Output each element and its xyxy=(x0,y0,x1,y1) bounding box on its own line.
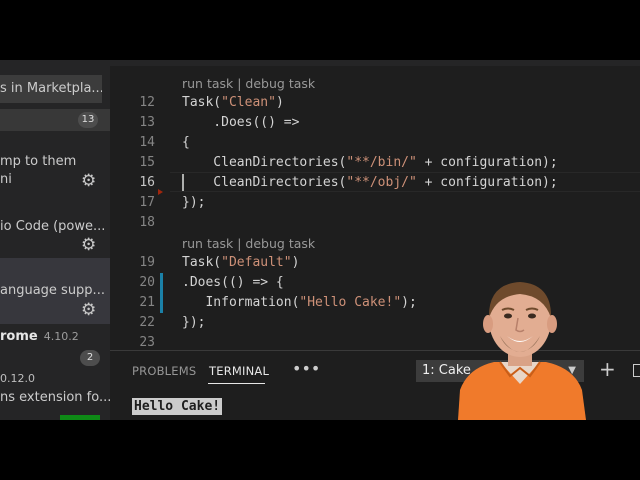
code-line: .Does(() => xyxy=(182,115,300,130)
extension-version: 4.10.2 xyxy=(43,330,79,343)
extension-title: io Code (powe... xyxy=(0,219,106,234)
extension-title: anguage supp... xyxy=(0,283,105,298)
code-line: Task("Default") xyxy=(182,255,300,270)
line-number: 12 xyxy=(139,95,155,110)
code-line: }); xyxy=(182,195,206,210)
line-number: 15 xyxy=(139,155,155,170)
extension-name: rome 4.10.2 xyxy=(0,329,79,344)
line-number: 16 xyxy=(139,175,155,190)
installed-section-header[interactable]: 13 xyxy=(0,109,110,131)
extensions-search-input[interactable]: s in Marketpla... xyxy=(0,75,102,103)
line-number: 22 xyxy=(139,315,155,330)
extension-title: mp to them xyxy=(0,154,77,169)
installed-count-badge: 13 xyxy=(78,112,98,128)
tab-terminal[interactable]: TERMINAL xyxy=(209,364,269,378)
line-number: 21 xyxy=(139,295,155,310)
modified-line-gutter xyxy=(160,273,163,293)
extension-description: ni xyxy=(0,172,12,187)
plus-icon[interactable]: + xyxy=(599,357,616,381)
codelens-run-debug[interactable]: run task | debug task xyxy=(182,236,315,251)
line-number: 17 xyxy=(139,195,155,210)
code-line: { xyxy=(182,135,190,150)
line-number: 23 xyxy=(139,335,155,350)
extension-item-selected[interactable]: anguage supp... ⚙ xyxy=(0,258,110,324)
line-number: 19 xyxy=(139,255,155,270)
editor-tab-strip xyxy=(110,60,640,66)
codelens-run-debug[interactable]: run task | debug task xyxy=(182,76,315,91)
active-tab-indicator xyxy=(208,383,265,384)
line-number: 13 xyxy=(139,115,155,130)
line-number: 20 xyxy=(139,275,155,290)
code-line: }); xyxy=(182,315,206,330)
extension-item[interactable]: io Code (powe... ⚙ xyxy=(0,200,110,260)
breakpoint-marker xyxy=(158,189,163,195)
extension-item[interactable]: rome 4.10.2 2 0.12.0 ns extension fo... xyxy=(0,324,110,420)
code-line: Information("Hello Cake!"); xyxy=(182,295,417,310)
code-line: CleanDirectories("**/bin/" + configurati… xyxy=(182,155,558,170)
extension-item[interactable]: mp to them ni ⚙ xyxy=(0,138,110,198)
line-number: 18 xyxy=(139,215,155,230)
extension-count-badge: 2 xyxy=(80,350,100,366)
gear-icon[interactable]: ⚙ xyxy=(81,235,96,255)
code-line: CleanDirectories("**/obj/" + configurati… xyxy=(182,175,558,190)
extension-description: ns extension fo... xyxy=(0,390,110,405)
install-button[interactable] xyxy=(60,415,100,420)
modified-line-gutter xyxy=(160,293,163,313)
text-cursor xyxy=(182,174,184,191)
tab-problems[interactable]: PROBLEMS xyxy=(132,364,196,378)
line-number: 14 xyxy=(139,135,155,150)
code-line: .Does(() => { xyxy=(182,275,284,290)
presenter-webcam-image xyxy=(458,282,586,420)
extensions-sidebar: s in Marketpla... 13 mp to them ni ⚙ io … xyxy=(0,60,110,420)
terminal-output: Hello Cake! xyxy=(132,398,223,415)
gear-icon[interactable]: ⚙ xyxy=(81,171,96,191)
more-actions-icon[interactable]: ••• xyxy=(292,359,320,378)
gear-icon[interactable]: ⚙ xyxy=(81,300,96,320)
split-terminal-icon[interactable] xyxy=(633,364,640,377)
code-line: Task("Clean") xyxy=(182,95,284,110)
extension-version-line: 0.12.0 xyxy=(0,372,35,385)
